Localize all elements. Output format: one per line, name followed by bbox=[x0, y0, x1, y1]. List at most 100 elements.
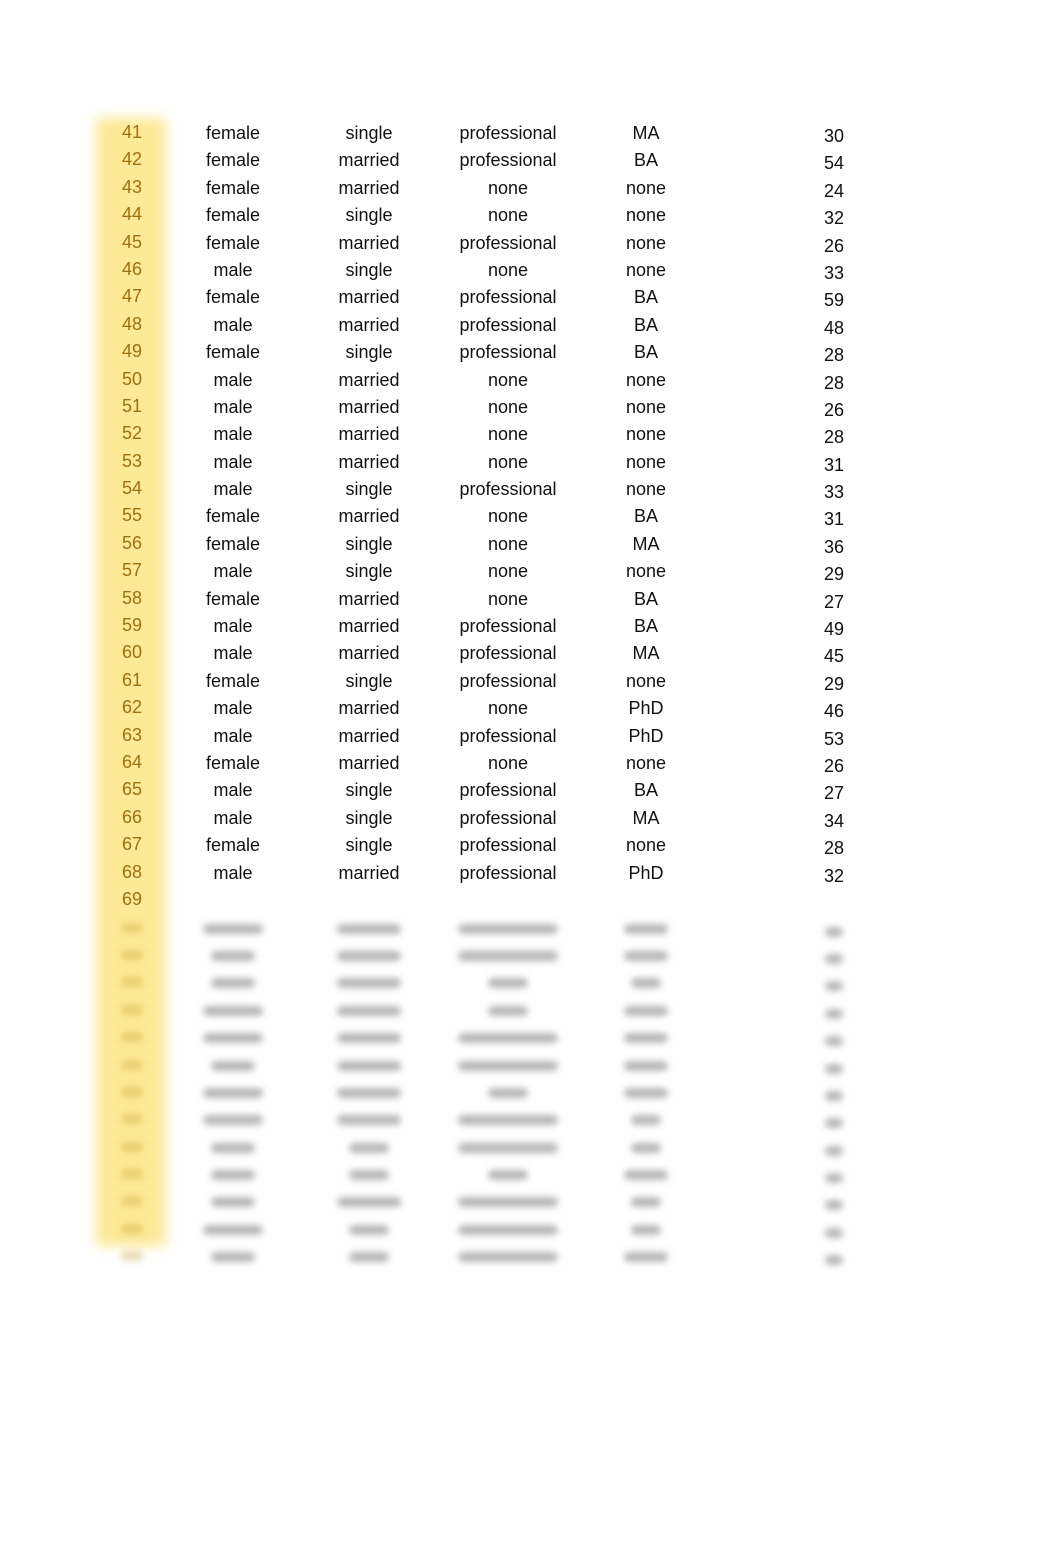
cell-job bbox=[438, 1079, 578, 1106]
cell-job: professional bbox=[459, 835, 557, 856]
cell-marital-status: married bbox=[338, 862, 400, 883]
obscured-text bbox=[203, 1115, 263, 1126]
table-row: 46 male single none none 33 bbox=[0, 257, 1062, 284]
table-row: 51 male married none none 26 bbox=[0, 394, 1062, 421]
cell-gender bbox=[183, 969, 283, 996]
table-row: 45 female married professional none 26 bbox=[0, 230, 1062, 257]
cell-gender bbox=[183, 1133, 283, 1160]
obscured-text bbox=[203, 1087, 263, 1098]
cell-education: BA bbox=[633, 287, 658, 308]
cell-marital-status bbox=[319, 1161, 419, 1188]
cell-age: 29 bbox=[823, 564, 845, 585]
cell-job: none bbox=[487, 396, 529, 417]
obscured-text bbox=[121, 1196, 143, 1207]
cell-age bbox=[804, 1219, 864, 1246]
table-row: 47 female married professional BA 59 bbox=[0, 284, 1062, 311]
obscured-text bbox=[349, 1142, 389, 1153]
cell-education: none bbox=[625, 205, 667, 226]
obscured-text bbox=[121, 1059, 143, 1070]
cell-id: 55 bbox=[121, 505, 143, 526]
cell-id bbox=[92, 913, 172, 940]
obscured-text bbox=[624, 1087, 668, 1098]
cell-id bbox=[92, 1105, 172, 1132]
cell-marital-status bbox=[319, 1079, 419, 1106]
cell-age: 53 bbox=[823, 728, 845, 749]
cell-marital-status: single bbox=[345, 259, 393, 280]
cell-id bbox=[92, 996, 172, 1023]
obscured-table-row bbox=[0, 969, 1062, 996]
obscured-text bbox=[121, 1251, 143, 1262]
cell-job: professional bbox=[459, 232, 557, 253]
cell-gender: male bbox=[213, 424, 253, 445]
cell-age: 26 bbox=[823, 399, 845, 420]
table-row: 64 female married none none 26 bbox=[0, 750, 1062, 777]
data-table: 41 female single professional MA 30 42 f… bbox=[0, 120, 1062, 1270]
cell-gender bbox=[183, 1051, 283, 1078]
cell-age: 28 bbox=[823, 838, 845, 859]
cell-marital-status: married bbox=[338, 752, 400, 773]
obscured-text bbox=[631, 1197, 661, 1208]
obscured-text bbox=[337, 1087, 401, 1098]
cell-job bbox=[438, 1243, 578, 1270]
table-row: 52 male married none none 28 bbox=[0, 421, 1062, 448]
cell-marital-status bbox=[319, 1216, 419, 1243]
cell-id bbox=[92, 1242, 172, 1269]
cell-id: 67 bbox=[121, 834, 143, 855]
obscured-text bbox=[624, 1252, 668, 1263]
obscured-text bbox=[825, 1255, 843, 1266]
cell-age: 31 bbox=[823, 509, 845, 530]
cell-marital-status: married bbox=[338, 396, 400, 417]
cell-gender bbox=[183, 942, 283, 969]
obscured-text bbox=[488, 1170, 528, 1181]
cell-job: none bbox=[487, 561, 529, 582]
cell-marital-status bbox=[319, 914, 419, 941]
cell-gender: male bbox=[213, 314, 253, 335]
cell-marital-status: married bbox=[338, 287, 400, 308]
cell-age bbox=[804, 1109, 864, 1136]
cell-job bbox=[438, 997, 578, 1024]
cell-age: 27 bbox=[823, 783, 845, 804]
spreadsheet-page: 41 female single professional MA 30 42 f… bbox=[0, 0, 1062, 1556]
cell-marital-status: married bbox=[338, 506, 400, 527]
cell-age bbox=[804, 945, 864, 972]
cell-education: none bbox=[625, 561, 667, 582]
obscured-table-row bbox=[0, 1161, 1062, 1188]
cell-education: BA bbox=[633, 780, 658, 801]
cell-marital-status: single bbox=[345, 342, 393, 363]
cell-education: none bbox=[625, 424, 667, 445]
cell-job: professional bbox=[459, 150, 557, 171]
cell-gender: male bbox=[213, 698, 253, 719]
obscured-text bbox=[825, 981, 843, 992]
cell-marital-status: married bbox=[338, 725, 400, 746]
table-row: 67 female single professional none 28 bbox=[0, 832, 1062, 859]
cell-id: 56 bbox=[121, 532, 143, 553]
cell-job bbox=[438, 969, 578, 996]
obscured-text bbox=[825, 1063, 843, 1074]
obscured-text bbox=[631, 1224, 661, 1235]
obscured-text bbox=[349, 1224, 389, 1235]
cell-marital-status: single bbox=[345, 561, 393, 582]
obscured-text bbox=[121, 1169, 143, 1180]
table-row: 63 male married professional PhD 53 bbox=[0, 723, 1062, 750]
cell-id: 47 bbox=[121, 286, 143, 307]
table-row: 56 female single none MA 36 bbox=[0, 531, 1062, 558]
cell-gender: female bbox=[205, 123, 261, 143]
cell-marital-status: single bbox=[345, 205, 393, 226]
cell-gender bbox=[183, 1216, 283, 1243]
table-row: 65 male single professional BA 27 bbox=[0, 777, 1062, 804]
obscured-table-row bbox=[0, 1188, 1062, 1215]
cell-gender: female bbox=[205, 342, 261, 363]
cell-gender: male bbox=[213, 369, 253, 390]
obscured-text bbox=[624, 950, 668, 961]
obscured-text bbox=[458, 1252, 558, 1263]
cell-age: 36 bbox=[823, 536, 845, 557]
cell-gender bbox=[183, 997, 283, 1024]
cell-education: BA bbox=[633, 616, 658, 637]
cell-id bbox=[92, 941, 172, 968]
cell-id bbox=[92, 1187, 172, 1214]
table-row: 44 female single none none 32 bbox=[0, 202, 1062, 229]
cell-marital-status: married bbox=[338, 424, 400, 445]
cell-gender bbox=[183, 1079, 283, 1106]
obscured-text bbox=[121, 1004, 143, 1015]
cell-id: 61 bbox=[121, 669, 143, 690]
